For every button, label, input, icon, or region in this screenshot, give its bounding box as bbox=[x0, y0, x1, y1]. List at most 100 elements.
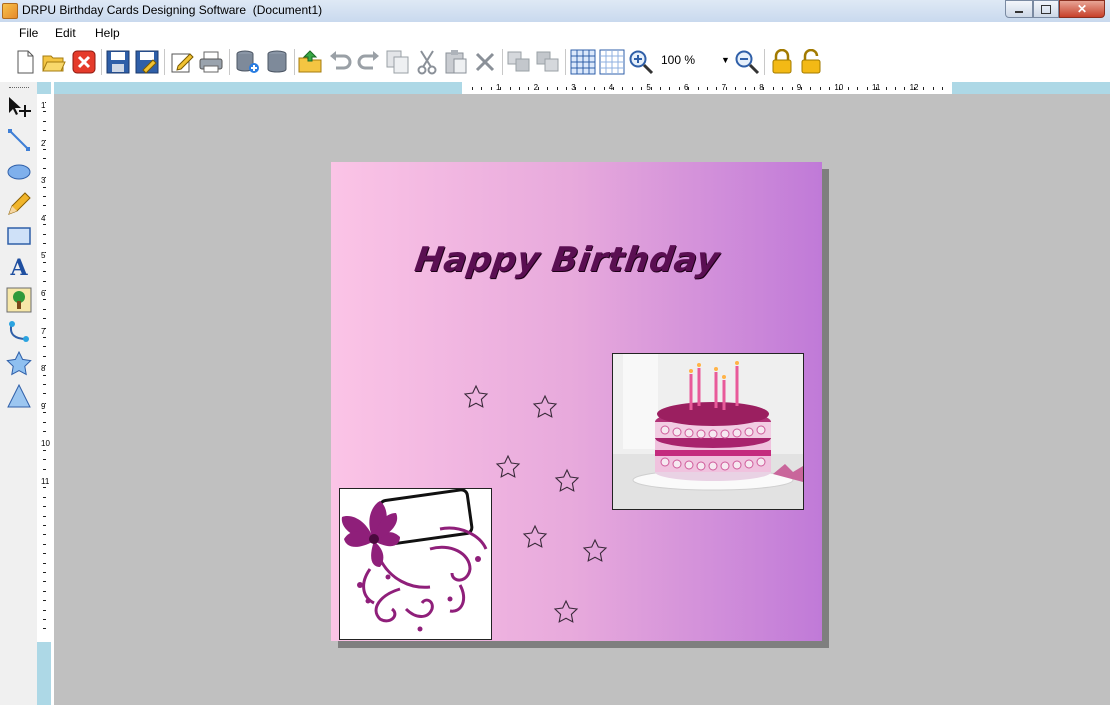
pencil-tool[interactable] bbox=[4, 190, 34, 218]
ruler-tick bbox=[43, 355, 46, 357]
ruler-number: 10 bbox=[41, 439, 50, 449]
restore-icon bbox=[1041, 4, 1051, 14]
restore-button[interactable] bbox=[1033, 0, 1059, 18]
new-button[interactable] bbox=[12, 49, 38, 75]
card-star[interactable] bbox=[462, 384, 490, 412]
ruler-tick bbox=[43, 224, 46, 226]
ruler-tick bbox=[866, 87, 868, 90]
menu-file[interactable]: File bbox=[19, 26, 38, 40]
ruler-number: 10 bbox=[834, 83, 844, 92]
ruler-tick bbox=[481, 87, 483, 90]
card-star[interactable] bbox=[552, 599, 580, 627]
ruler-tick bbox=[923, 87, 925, 90]
triangle-tool[interactable] bbox=[4, 382, 34, 410]
print-button[interactable] bbox=[198, 49, 224, 75]
ruler-tick bbox=[43, 308, 46, 310]
ruler-tick bbox=[895, 87, 896, 90]
ruler-tick bbox=[43, 534, 46, 536]
flower-picture[interactable] bbox=[339, 488, 492, 640]
ruler-tick bbox=[603, 87, 605, 90]
toolbar-separator bbox=[502, 49, 503, 75]
ruler-tick bbox=[43, 449, 46, 451]
panel-grip bbox=[9, 87, 29, 88]
ruler-tick bbox=[622, 87, 624, 90]
text-tool[interactable]: A bbox=[4, 254, 34, 282]
ruler-number: 3 bbox=[41, 176, 46, 186]
export-database-button[interactable] bbox=[234, 49, 260, 75]
open-image-button[interactable] bbox=[298, 49, 324, 75]
ruler-tick bbox=[43, 149, 46, 150]
ungroup-button[interactable] bbox=[535, 49, 561, 75]
ruler-tick bbox=[848, 87, 849, 90]
unlock-icon bbox=[801, 49, 821, 74]
star-tool[interactable] bbox=[4, 350, 34, 378]
ruler-tick bbox=[43, 158, 46, 160]
ruler-tick bbox=[547, 87, 549, 90]
flower-icon bbox=[341, 489, 488, 632]
save-button[interactable] bbox=[105, 49, 131, 75]
card-star[interactable] bbox=[521, 524, 549, 552]
group-button[interactable] bbox=[506, 49, 532, 75]
redo-button[interactable] bbox=[356, 49, 382, 75]
ruler-tick bbox=[43, 581, 46, 583]
copy-icon bbox=[386, 50, 409, 74]
rectangle-tool[interactable] bbox=[4, 222, 34, 250]
paste-button[interactable] bbox=[443, 49, 469, 75]
ruler-tick bbox=[43, 553, 46, 555]
ruler-tick bbox=[43, 167, 46, 169]
snap-grid-button[interactable] bbox=[599, 49, 625, 75]
curve-tool[interactable] bbox=[4, 318, 34, 346]
ruler-tick bbox=[631, 87, 633, 90]
database-button[interactable] bbox=[264, 49, 290, 75]
ruler-number: 8 bbox=[759, 83, 764, 92]
cut-button[interactable] bbox=[414, 49, 440, 75]
ruler-tick bbox=[509, 87, 511, 90]
ruler-tick bbox=[43, 318, 46, 320]
ruler-number: 11 bbox=[872, 83, 881, 92]
ruler-tick bbox=[772, 87, 774, 90]
snap-grid-icon bbox=[599, 49, 625, 75]
card-star[interactable] bbox=[581, 538, 609, 566]
ruler-tick bbox=[43, 525, 46, 526]
show-grid-button[interactable] bbox=[570, 49, 596, 75]
edit-button[interactable] bbox=[169, 49, 195, 75]
cake-picture[interactable] bbox=[612, 353, 804, 510]
minimize-button[interactable] bbox=[1005, 0, 1033, 18]
card-star[interactable] bbox=[553, 468, 581, 496]
lock-button[interactable] bbox=[769, 49, 795, 75]
ruler-number: 1 bbox=[496, 83, 501, 92]
card-title-text[interactable]: Happy Birthday bbox=[412, 240, 722, 280]
select-tool[interactable] bbox=[4, 94, 34, 122]
undo-button[interactable] bbox=[327, 49, 353, 75]
close-icon: ✕ bbox=[1076, 2, 1088, 16]
ruler-tick bbox=[43, 280, 46, 282]
delete-button[interactable] bbox=[472, 49, 498, 75]
ellipse-tool[interactable] bbox=[4, 158, 34, 186]
zoom-select[interactable]: 100 % ▼ bbox=[657, 50, 731, 70]
close-window-button[interactable]: ✕ bbox=[1059, 0, 1105, 18]
ruler-tick bbox=[43, 543, 46, 545]
zoom-in-button[interactable] bbox=[628, 49, 654, 75]
copy-button[interactable] bbox=[385, 49, 411, 75]
menu-bar bbox=[0, 22, 1110, 44]
open-button[interactable] bbox=[41, 49, 67, 75]
paste-icon bbox=[445, 50, 467, 74]
card-star[interactable] bbox=[494, 454, 522, 482]
unlock-button[interactable] bbox=[798, 49, 824, 75]
picture-tool[interactable] bbox=[4, 286, 34, 314]
ruler-tick bbox=[519, 87, 520, 90]
zoom-out-button[interactable] bbox=[734, 49, 760, 75]
close-doc-button[interactable] bbox=[71, 49, 97, 75]
group-icon bbox=[507, 51, 530, 72]
ruler-tick bbox=[472, 87, 473, 90]
ruler-tick bbox=[556, 87, 558, 90]
birthday-card[interactable]: Happy Birthday bbox=[331, 162, 822, 641]
ruler-tick bbox=[594, 87, 596, 90]
curve-icon bbox=[9, 321, 29, 342]
card-star[interactable] bbox=[531, 394, 559, 422]
line-tool[interactable] bbox=[4, 126, 34, 154]
menu-edit[interactable]: Edit bbox=[55, 26, 76, 40]
ruler-tick bbox=[782, 87, 784, 90]
save-as-button[interactable] bbox=[134, 49, 160, 75]
menu-help[interactable]: Help bbox=[95, 26, 120, 40]
